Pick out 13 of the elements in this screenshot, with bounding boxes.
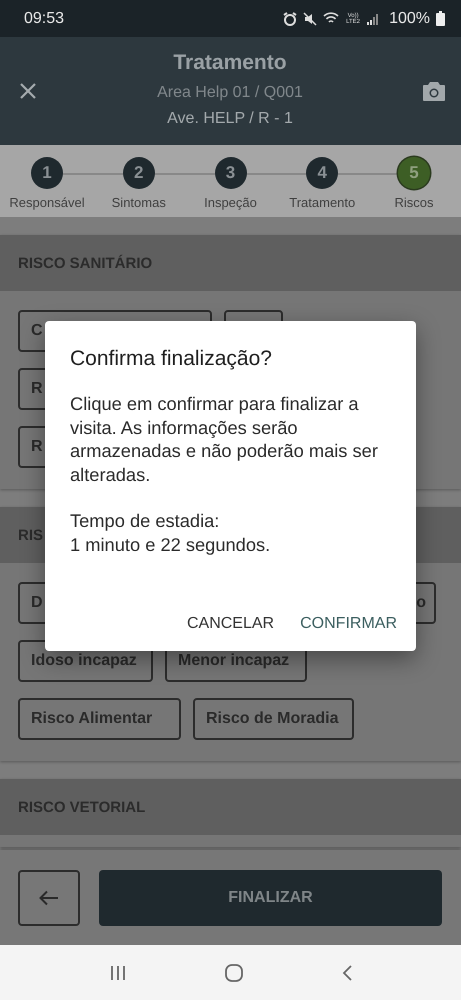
step-label: Riscos <box>394 195 434 210</box>
dialog-message: Clique em confirmar para finalizar a visita. As informações serão armazenadas e não poderão mais ser alteradas. <box>70 392 379 486</box>
clock-time: 09:53 <box>24 10 64 28</box>
step-label: Inspeção <box>204 195 257 210</box>
dialog-title: Confirma finalização? <box>70 347 273 371</box>
dialog-message: Tempo de estadia: 1 minuto e 22 segundos. <box>70 509 272 556</box>
step-label: Responsável <box>9 195 85 210</box>
step-label: Tratamento <box>289 195 356 210</box>
screen-subtitle: Area Help 01 / Q001 <box>157 82 303 102</box>
screen-title: Tratamento <box>173 50 287 74</box>
battery-percent: 100% <box>389 10 430 28</box>
step-label: Sintomas <box>112 195 166 210</box>
screen-subtitle: Ave. HELP / R - 1 <box>167 108 293 128</box>
